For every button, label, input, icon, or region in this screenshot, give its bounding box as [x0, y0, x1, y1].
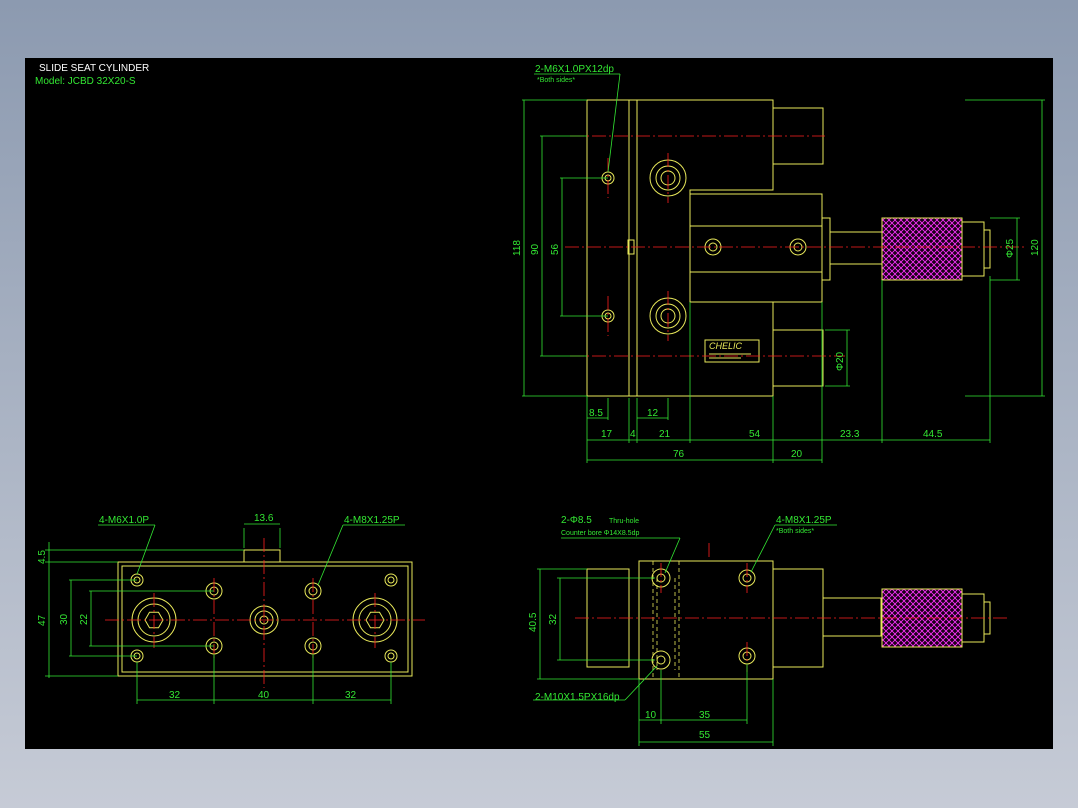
knurled-knob	[881, 217, 963, 281]
drawing-title: SLIDE SEAT CYLINDER	[39, 63, 149, 74]
dim-30: 30	[59, 613, 70, 625]
note-br-hole: 2-Φ8.5	[561, 515, 592, 526]
dim-32-right: 32	[345, 690, 357, 701]
note-bl-tap-right: 4-M8X1.25P	[344, 515, 400, 526]
top-view: CHELIC 118 90 56 120 Φ25 Φ20 8.5 12 17 4…	[512, 64, 1045, 463]
dim-4-5: 4.5	[37, 550, 48, 564]
dim-54: 54	[749, 429, 761, 440]
dim-55: 55	[699, 730, 711, 741]
dim-47: 47	[37, 614, 48, 626]
brand-logo: CHELIC	[709, 341, 743, 351]
dim-22: 22	[79, 613, 90, 625]
dim-d25: Φ25	[1005, 238, 1016, 258]
dim-10: 10	[645, 710, 657, 721]
dim-35: 35	[699, 710, 711, 721]
note-br-tap-right: 4-M8X1.25P	[776, 515, 832, 526]
dim-20: 20	[791, 449, 803, 460]
dim-21: 21	[659, 429, 671, 440]
dim-40: 40	[258, 690, 270, 701]
dim-44-5: 44.5	[923, 429, 943, 440]
cad-drawing-canvas[interactable]: SLIDE SEAT CYLINDER Model: JCBD 32X20-S …	[25, 58, 1053, 749]
dim-13-6: 13.6	[254, 513, 274, 524]
dim-32-left: 32	[169, 690, 181, 701]
dim-40-5: 40.5	[528, 612, 539, 632]
dim-76: 76	[673, 449, 685, 460]
cad-drawing: SLIDE SEAT CYLINDER Model: JCBD 32X20-S …	[35, 63, 1045, 746]
note-bl-tap-left: 4-M6X1.0P	[99, 515, 149, 526]
dim-56: 56	[550, 243, 561, 255]
dim-120: 120	[1030, 239, 1041, 256]
dim-12: 12	[647, 408, 659, 419]
note-br-tap-right-sub: *Both sides*	[776, 528, 814, 535]
dim-8-5: 8.5	[589, 408, 603, 419]
note-br-hole-sub: Thru-hole	[609, 518, 639, 525]
bottom-left-view: 13.6 4.5 47 30 22 32 40 32 4-M6X1.0P 4-M…	[37, 513, 425, 704]
dim-17: 17	[601, 429, 613, 440]
note-br-counterbore: Counter bore Φ14X8.5dp	[561, 530, 639, 537]
dim-23-3: 23.3	[840, 429, 860, 440]
dim-32-side: 32	[548, 613, 559, 625]
dim-90: 90	[530, 243, 541, 255]
dim-4: 4	[630, 429, 636, 440]
note-top-tap-sub: *Both sides*	[537, 77, 575, 84]
dim-118: 118	[512, 240, 523, 256]
note-top-tap: 2-M6X1.0PX12dp	[535, 64, 614, 75]
bottom-right-view: 40.5 32 10 35 55 2-Φ8.5 Thru-hole Counte…	[528, 515, 1010, 746]
dim-d20: Φ20	[835, 351, 846, 371]
drawing-model: Model: JCBD 32X20-S	[35, 76, 136, 87]
note-br-tap-bottom: 2-M10X1.5PX16dp	[535, 692, 620, 703]
